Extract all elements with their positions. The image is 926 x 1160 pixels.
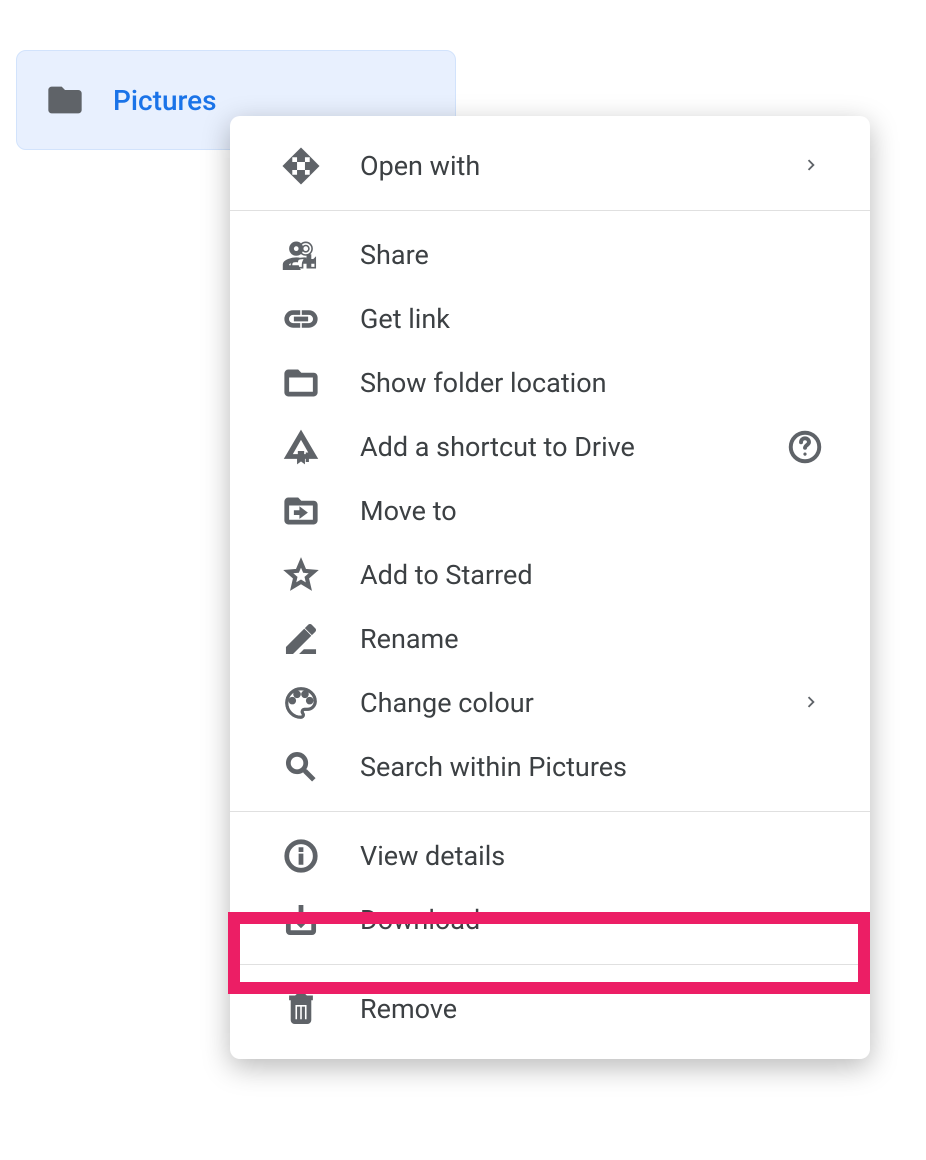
menu-divider (230, 210, 870, 211)
menu-label: Change colour (360, 687, 800, 719)
menu-item-share[interactable]: Share (230, 223, 870, 287)
menu-label: Download (360, 904, 824, 936)
info-icon (280, 835, 322, 877)
menu-item-show-location[interactable]: Show folder location (230, 351, 870, 415)
menu-divider (230, 811, 870, 812)
open-with-icon (280, 145, 322, 187)
menu-label: Add a shortcut to Drive (360, 431, 786, 463)
menu-item-rename[interactable]: Rename (230, 607, 870, 671)
star-icon (280, 554, 322, 596)
share-icon (280, 234, 322, 276)
menu-item-get-link[interactable]: Get link (230, 287, 870, 351)
menu-label: Move to (360, 495, 824, 527)
menu-item-add-starred[interactable]: Add to Starred (230, 543, 870, 607)
menu-label: Show folder location (360, 367, 824, 399)
help-icon[interactable] (786, 428, 824, 466)
chevron-right-icon (800, 154, 824, 178)
menu-item-change-colour[interactable]: Change colour (230, 671, 870, 735)
palette-icon (280, 682, 322, 724)
menu-label: Search within Pictures (360, 751, 824, 783)
menu-label: View details (360, 840, 824, 872)
edit-icon (280, 618, 322, 660)
link-icon (280, 298, 322, 340)
menu-divider (230, 964, 870, 965)
move-to-icon (280, 490, 322, 532)
menu-label: Add to Starred (360, 559, 824, 591)
menu-item-search-within[interactable]: Search within Pictures (230, 735, 870, 799)
chevron-right-icon (800, 691, 824, 715)
menu-item-remove[interactable]: Remove (230, 977, 870, 1041)
folder-name: Pictures (113, 84, 217, 117)
context-menu: Open with Share Get link Show folder loc… (230, 116, 870, 1059)
folder-outline-icon (280, 362, 322, 404)
trash-icon (280, 988, 322, 1030)
shortcut-icon (280, 426, 322, 468)
menu-label: Rename (360, 623, 824, 655)
menu-label: Get link (360, 303, 824, 335)
search-icon (280, 746, 322, 788)
menu-item-view-details[interactable]: View details (230, 824, 870, 888)
menu-item-download[interactable]: Download (230, 888, 870, 952)
menu-item-move-to[interactable]: Move to (230, 479, 870, 543)
menu-item-open-with[interactable]: Open with (230, 134, 870, 198)
menu-item-add-shortcut[interactable]: Add a shortcut to Drive (230, 415, 870, 479)
download-icon (280, 899, 322, 941)
folder-icon (45, 80, 85, 120)
menu-label: Remove (360, 993, 824, 1025)
menu-label: Open with (360, 150, 800, 182)
menu-label: Share (360, 239, 824, 271)
